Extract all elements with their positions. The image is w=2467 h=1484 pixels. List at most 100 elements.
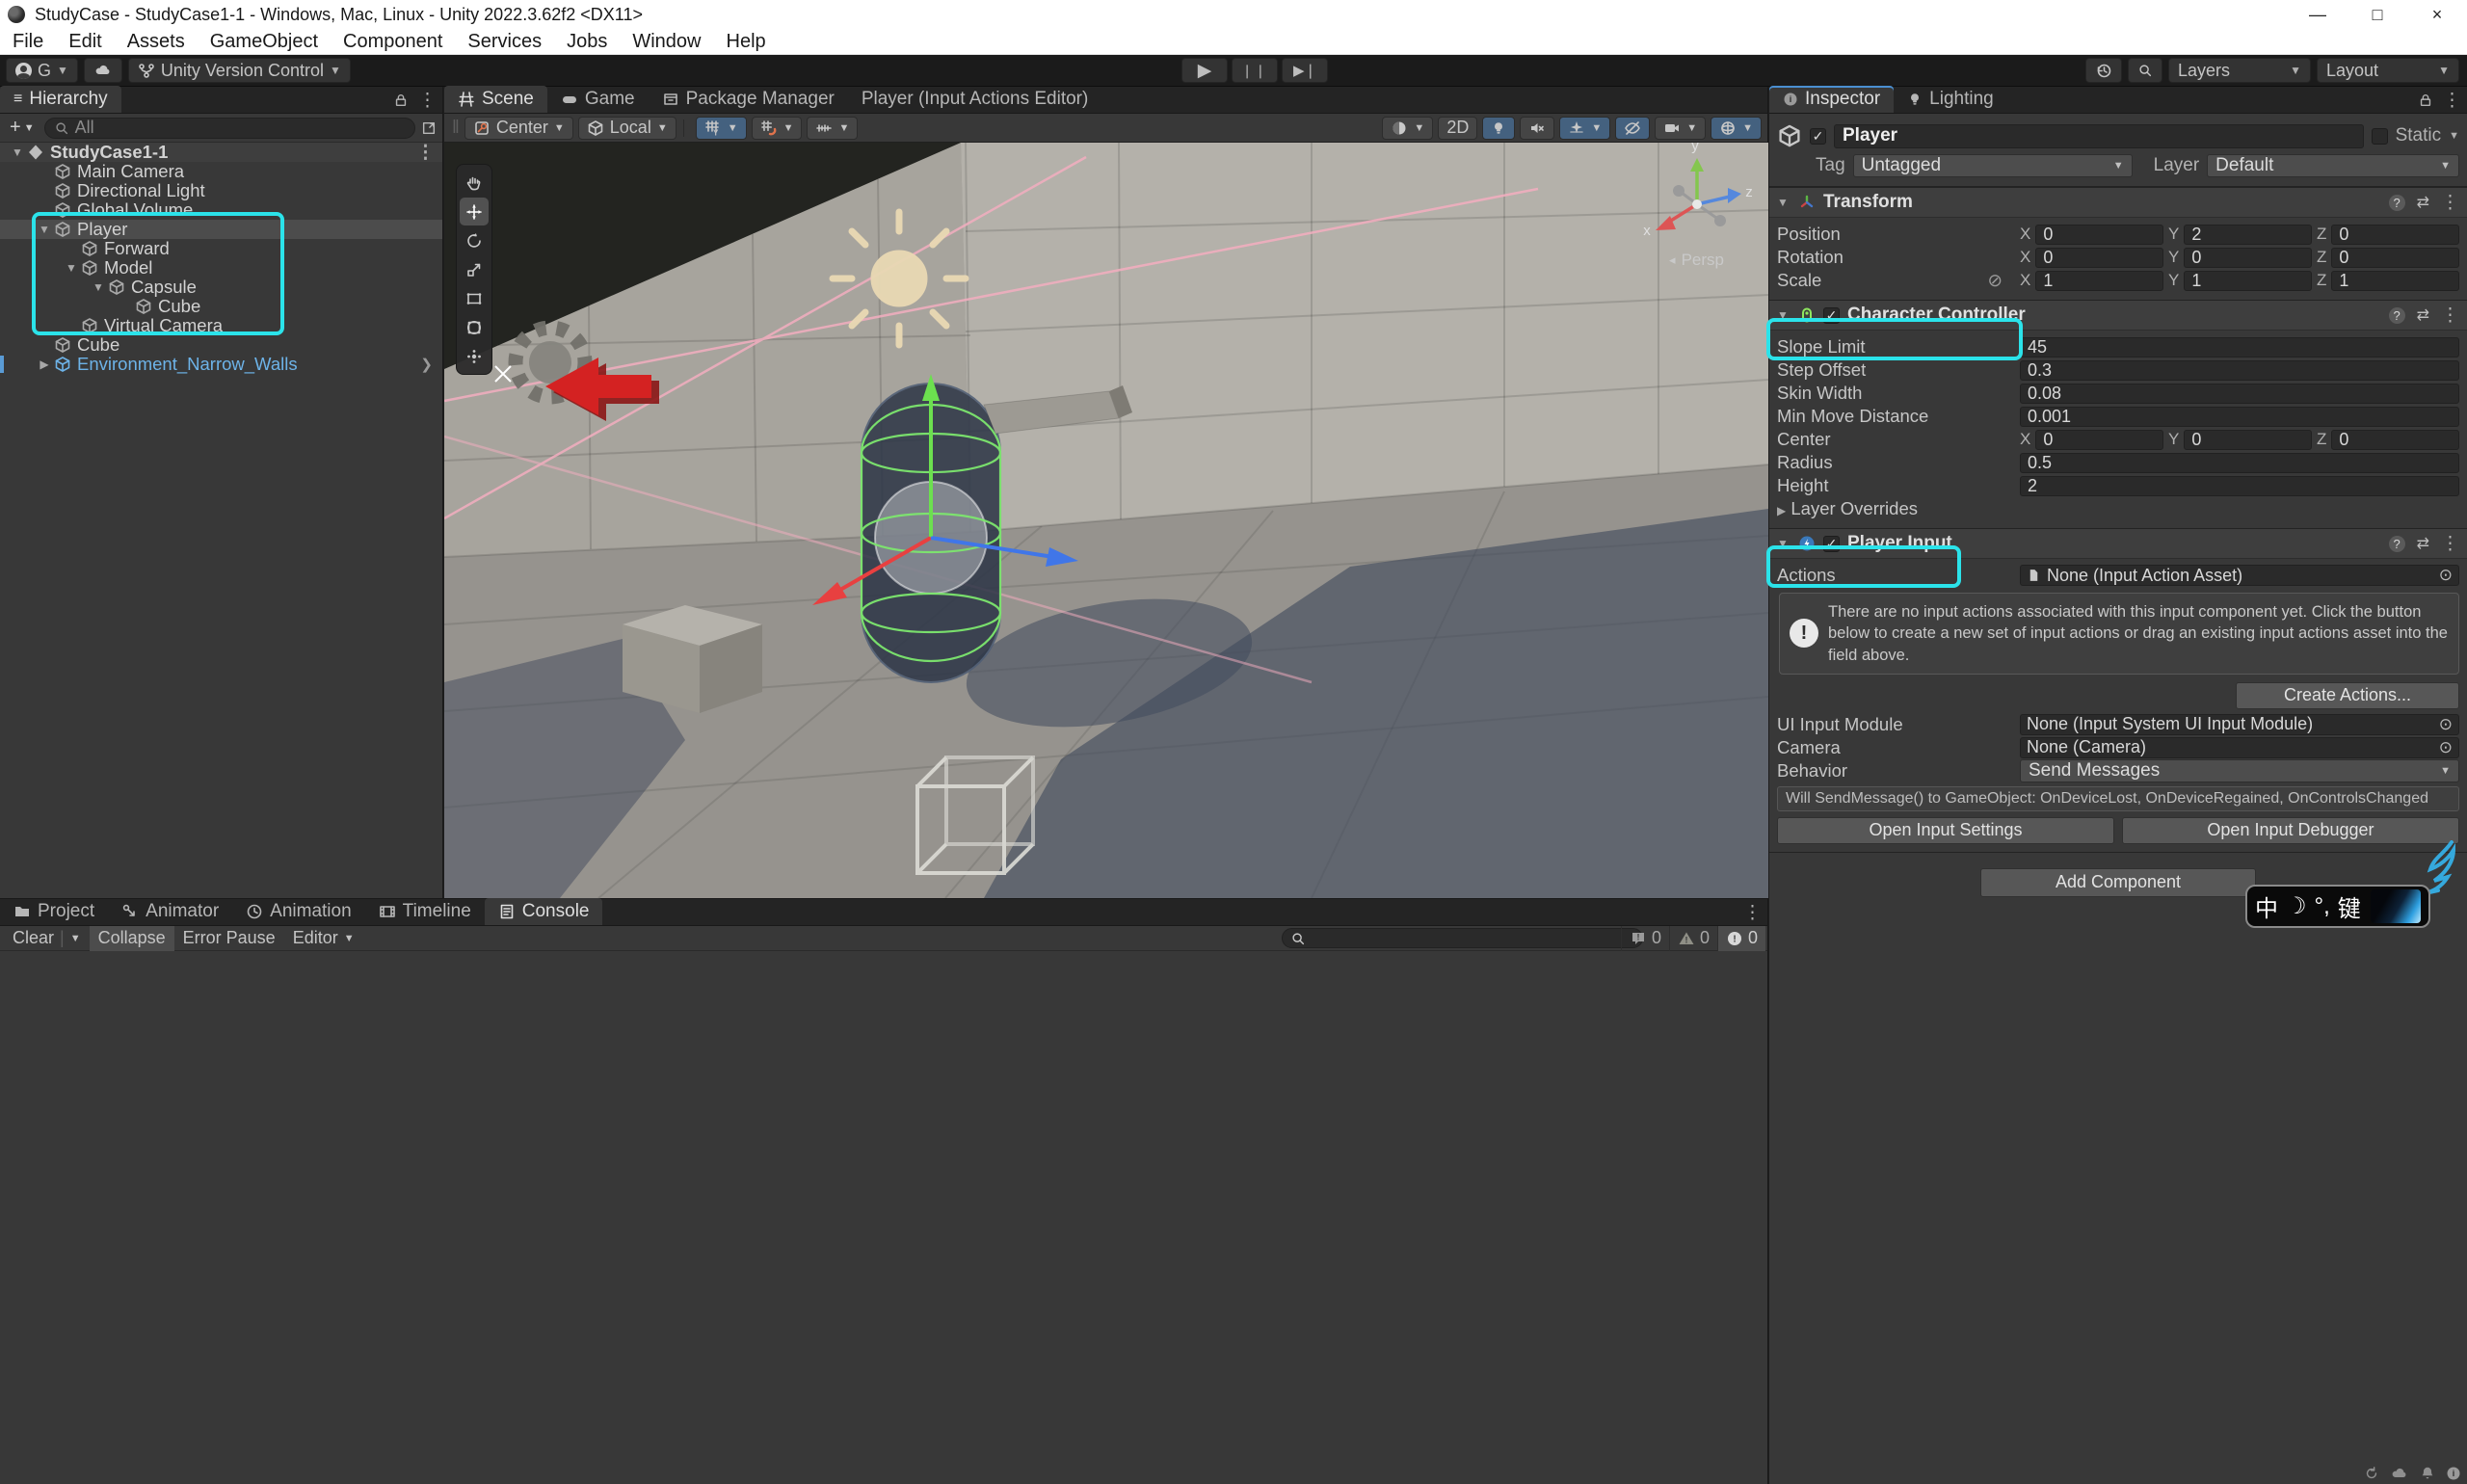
kebab-menu-icon[interactable]: ⋮ (2443, 90, 2461, 112)
tab-package-manager[interactable]: Package Manager (649, 86, 848, 113)
kebab-menu-icon[interactable]: ⋮ (2441, 305, 2459, 327)
hierarchy-item-cube[interactable]: Cube (0, 335, 442, 355)
console-search-input[interactable] (1282, 928, 1643, 948)
view-tool-button[interactable] (460, 169, 489, 197)
menu-item-jobs[interactable]: Jobs (554, 29, 620, 55)
cloud-button[interactable] (84, 58, 122, 83)
center-z-field[interactable]: 0 (2331, 430, 2459, 450)
menu-item-component[interactable]: Component (331, 29, 455, 55)
custom-editor-tool-button[interactable] (460, 342, 489, 370)
hierarchy-item-cube[interactable]: Cube (0, 297, 442, 316)
position-z-field[interactable]: 0 (2331, 225, 2459, 245)
presets-icon[interactable]: ⇄ (2417, 193, 2429, 212)
move-tool-button[interactable] (460, 198, 489, 225)
active-checkbox[interactable]: ✓ (1810, 128, 1826, 145)
gizmos-dropdown[interactable]: ▼ (1711, 117, 1762, 140)
clear-button[interactable]: Clear |▼ (4, 926, 90, 951)
gameobject-name-field[interactable]: Player (1834, 124, 2364, 148)
component-enabled-checkbox[interactable]: ✓ (1823, 536, 1840, 552)
kebab-menu-icon[interactable]: ⋮ (1743, 902, 1762, 924)
ime-status-bar[interactable]: 中☽°,键 (2245, 885, 2430, 928)
player-input-header[interactable]: ▼ ✓ Player Input ? ⇄ ⋮ (1769, 528, 2467, 559)
scale-x-field[interactable]: 1 (2035, 271, 2163, 291)
position-x-field[interactable]: 0 (2035, 225, 2163, 245)
grid-visibility-button[interactable]: Y▼ (696, 117, 747, 140)
info-count-button[interactable]: !0 (1621, 926, 1669, 951)
presets-icon[interactable]: ⇄ (2417, 534, 2429, 553)
hierarchy-item-main-camera[interactable]: Main Camera (0, 162, 442, 181)
ui-input-module-field[interactable]: None (Input System UI Input Module) ⊙ (2020, 714, 2459, 735)
add-gameobject-button[interactable]: +▼ (6, 117, 39, 139)
effects-dropdown[interactable]: ▼ (1559, 117, 1610, 140)
lock-icon[interactable] (393, 93, 409, 108)
add-component-button[interactable]: Add Component (1980, 868, 2256, 897)
kebab-menu-icon[interactable]: ⋮ (418, 90, 437, 112)
tab-lighting[interactable]: Lighting (1894, 86, 2007, 113)
cloud-status-icon[interactable] (2390, 1465, 2409, 1482)
tab-console[interactable]: Console (485, 898, 603, 925)
help-icon[interactable]: ? (2389, 536, 2405, 552)
menu-item-assets[interactable]: Assets (115, 29, 198, 55)
notifications-icon[interactable] (2420, 1466, 2435, 1481)
rotate-tool-button[interactable] (460, 226, 489, 254)
transform-tool-button[interactable] (460, 313, 489, 341)
character-controller-header[interactable]: ▼ ✓ Character Controller ? ⇄ ⋮ (1769, 300, 2467, 331)
hierarchy-item-studycase1-1[interactable]: ▼StudyCase1-1⋮ (0, 143, 442, 162)
object-picker-icon[interactable]: ⊙ (2439, 566, 2453, 585)
skin-width-field[interactable]: 0.08 (2020, 384, 2459, 404)
help-icon[interactable]: ? (2389, 195, 2405, 211)
kebab-menu-icon[interactable]: ⋮ (2441, 192, 2459, 214)
foldout-arrow-icon[interactable]: ▶ (35, 358, 54, 371)
actions-object-field[interactable]: None (Input Action Asset) ⊙ (2020, 565, 2459, 586)
object-picker-icon[interactable]: ⊙ (2439, 715, 2453, 734)
search-everything-button[interactable] (2128, 58, 2162, 83)
minimize-button[interactable]: — (2288, 0, 2348, 29)
info-status-icon[interactable]: i (2446, 1466, 2461, 1481)
ime-mode-1[interactable]: ☽ (2286, 892, 2307, 920)
account-button[interactable]: G ▼ (6, 58, 78, 83)
tab-timeline[interactable]: Timeline (365, 898, 485, 925)
foldout-arrow-icon[interactable]: ▼ (1777, 537, 1791, 550)
tag-dropdown[interactable]: Untagged▼ (1853, 154, 2133, 177)
lock-icon[interactable] (2418, 93, 2433, 108)
drag-handle[interactable]: ‖ (452, 118, 460, 139)
hierarchy-item-model[interactable]: ▼Model (0, 258, 442, 278)
menu-item-file[interactable]: File (0, 29, 56, 55)
scale-y-field[interactable]: 1 (2184, 271, 2312, 291)
2d-toggle-button[interactable]: 2D (1438, 117, 1477, 140)
prefab-open-chevron-icon[interactable]: ❯ (420, 356, 433, 373)
layer-dropdown[interactable]: Default▼ (2207, 154, 2459, 177)
step-offset-field[interactable]: 0.3 (2020, 360, 2459, 381)
step-button[interactable]: ▶❘ (1282, 58, 1328, 83)
scene-picker-icon[interactable] (421, 120, 437, 136)
perspective-toggle[interactable]: ◂ Persp (1669, 251, 1724, 270)
console-log-area[interactable] (0, 951, 1767, 1484)
rotation-y-field[interactable]: 0 (2184, 248, 2312, 268)
static-checkbox[interactable] (2372, 128, 2388, 145)
hierarchy-item-player[interactable]: ▼Player (0, 220, 442, 239)
snap-increment-button[interactable]: ▼ (807, 117, 858, 140)
hierarchy-item-environment-narrow-walls[interactable]: ▶Environment_Narrow_Walls❯ (0, 355, 442, 374)
camera-object-field[interactable]: None (Camera) ⊙ (2020, 737, 2459, 758)
menu-item-services[interactable]: Services (455, 29, 554, 55)
kebab-menu-icon[interactable]: ⋮ (416, 142, 435, 164)
position-y-field[interactable]: 2 (2184, 225, 2312, 245)
menu-item-gameobject[interactable]: GameObject (198, 29, 331, 55)
presets-icon[interactable]: ⇄ (2417, 305, 2429, 325)
undo-history-button[interactable] (2085, 58, 2122, 83)
tab-game[interactable]: Game (547, 86, 649, 113)
min-move-distance-field[interactable]: 0.001 (2020, 407, 2459, 427)
hidden-objects-button[interactable] (1615, 117, 1650, 140)
scene-viewport[interactable]: y x z ◂ Persp (444, 143, 1768, 898)
tab-player-input-actions-editor-[interactable]: Player (Input Actions Editor) (848, 86, 1102, 113)
rect-tool-button[interactable] (460, 284, 489, 312)
foldout-arrow-icon[interactable]: ▼ (62, 261, 81, 275)
component-enabled-checkbox[interactable]: ✓ (1823, 307, 1840, 324)
scale-tool-button[interactable] (460, 255, 489, 283)
foldout-arrow-icon[interactable]: ▼ (1777, 308, 1791, 322)
audio-mute-button[interactable] (1520, 117, 1554, 140)
error-count-button[interactable]: !0 (1717, 926, 1765, 951)
rotation-z-field[interactable]: 0 (2331, 248, 2459, 268)
foldout-arrow-icon[interactable]: ▼ (1777, 196, 1791, 209)
menu-item-edit[interactable]: Edit (56, 29, 114, 55)
